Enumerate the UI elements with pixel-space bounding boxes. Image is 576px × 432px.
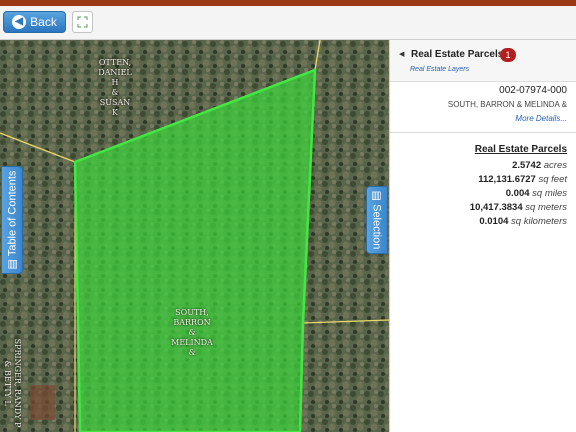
area-value: 112,131.6727 xyxy=(478,174,536,185)
table-of-contents-label: ▤ Table of Contents xyxy=(6,171,19,270)
table-of-contents-tab[interactable]: ▤ Table of Contents xyxy=(1,166,23,274)
result-count-badge: 1 xyxy=(500,48,516,62)
parcel-polygon[interactable] xyxy=(0,40,389,432)
label-line: K xyxy=(112,108,118,117)
back-button[interactable]: ◀ Back xyxy=(3,11,66,33)
parcel-label-south: SOUTH, BARRON & MELINDA & xyxy=(163,308,221,358)
area-value: 0.0104 xyxy=(479,216,509,227)
label-line: P xyxy=(13,422,22,428)
label-line: BETTY xyxy=(3,369,12,398)
area-stat: 10,417.3834 sq meters xyxy=(470,202,567,213)
label-line: SPRINGER, xyxy=(13,338,22,387)
area-unit: sq meters xyxy=(525,202,567,213)
divider xyxy=(390,132,576,133)
label-line: DANIEL xyxy=(98,68,132,77)
label-line: & xyxy=(3,360,12,368)
area-value: 2.5742 xyxy=(512,160,542,171)
area-unit: sq miles xyxy=(532,188,567,199)
selection-text: Selection xyxy=(370,204,383,250)
layer-title: Real Estate Parcels xyxy=(411,49,504,60)
list-icon: ▤ xyxy=(370,190,383,202)
toc-text: Table of Contents xyxy=(6,170,19,257)
expand-icon xyxy=(77,16,88,28)
layer-header[interactable]: ◀ Real Estate Parcels 1 Real Estate Laye… xyxy=(390,40,576,82)
selection-tab[interactable]: ▤ Selection xyxy=(366,186,388,254)
label-line: RANDY xyxy=(13,388,22,420)
label-line: L xyxy=(3,400,12,406)
collapse-caret-icon[interactable]: ◀ xyxy=(399,50,404,58)
label-line: MELINDA xyxy=(171,338,213,347)
area-stat: 0.004 sq miles xyxy=(506,188,567,199)
area-unit: acres xyxy=(543,160,567,171)
area-stats-title: Real Estate Parcels xyxy=(474,144,567,155)
label-line: & xyxy=(188,348,196,357)
list-icon: ▤ xyxy=(6,259,19,270)
parcel-owner: SOUTH, BARRON & MELINDA & xyxy=(447,100,567,109)
label-line: SOUTH, xyxy=(175,308,209,317)
toolbar: ◀ Back xyxy=(0,6,576,40)
area-value: 10,417.3834 xyxy=(469,202,523,213)
area-value: 0.004 xyxy=(505,188,530,199)
selection-label: ▤ Selection xyxy=(371,191,384,250)
area-stat: 2.5742 acres xyxy=(512,160,567,171)
label-line: SUSAN xyxy=(99,98,131,107)
expand-button[interactable] xyxy=(72,11,93,33)
results-panel: ◀ Real Estate Parcels 1 Real Estate Laye… xyxy=(389,40,576,432)
label-line: & xyxy=(188,328,196,337)
more-details-link[interactable]: More Details... xyxy=(515,114,567,123)
area-stat: 0.0104 sq kilometers xyxy=(479,216,567,227)
arrow-left-circle-icon: ◀ xyxy=(12,15,27,29)
label-line: H xyxy=(111,78,119,87)
map-view[interactable]: OTTEN, DANIEL H & SUSAN K SOUTH, BARRON … xyxy=(0,40,389,432)
label-line: BARRON xyxy=(173,318,211,327)
layer-subtitle: Real Estate Layers xyxy=(410,66,470,73)
area-unit: sq feet xyxy=(538,174,567,185)
parcel-id: 002-07974-000 xyxy=(499,85,567,96)
parcel-label-otten: OTTEN, DANIEL H & SUSAN K xyxy=(92,58,138,118)
parcel-label-springer: SPRINGER, RANDY P & BETTY L xyxy=(2,338,22,428)
area-stat: 112,131.6727 sq feet xyxy=(478,174,567,185)
area-unit: sq kilometers xyxy=(511,216,567,227)
back-button-label: Back xyxy=(30,15,57,29)
label-line: & xyxy=(111,88,119,97)
label-line: OTTEN, xyxy=(98,58,132,67)
